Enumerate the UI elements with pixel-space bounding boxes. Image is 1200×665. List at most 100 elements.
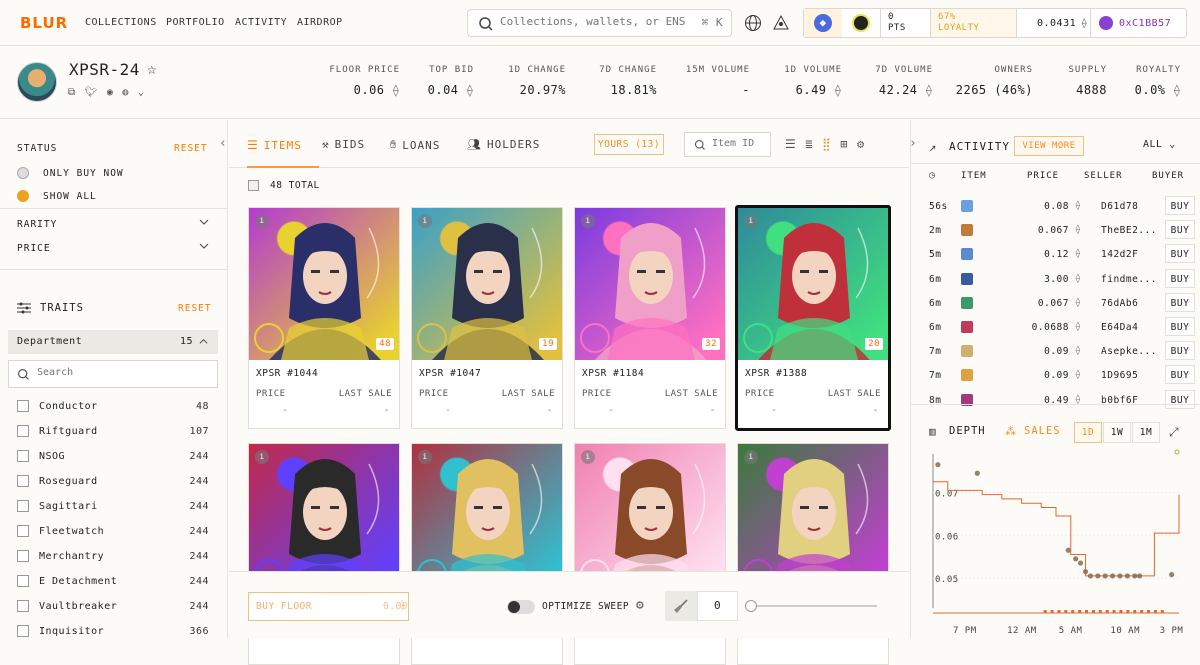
activity-seller[interactable]: TheBE2... — [1101, 225, 1157, 236]
broom-icon[interactable] — [665, 591, 697, 621]
activity-buy-button[interactable]: BUY — [1165, 341, 1195, 361]
nft-image[interactable]: i 32 — [575, 208, 725, 360]
activity-buy-button[interactable]: BUY — [1165, 292, 1195, 312]
only-buy-now-label[interactable]: ONLY BUY NOW — [43, 168, 124, 179]
blur-logo[interactable]: BLUR — [20, 14, 68, 32]
item-thumbnail[interactable] — [961, 345, 973, 358]
loyalty-display[interactable]: 67% LOYALTY — [931, 8, 1017, 38]
only-buy-now-radio[interactable] — [17, 167, 29, 179]
globe-icon[interactable] — [740, 10, 766, 36]
range-1d[interactable]: 1D — [1074, 422, 1102, 443]
trait-option[interactable]: Sagittari 244 — [17, 498, 209, 514]
collapse-sidebar-icon[interactable]: ‹ — [219, 136, 227, 151]
trait-option[interactable]: Roseguard 244 — [17, 473, 209, 489]
nft-card[interactable]: i 32 XPSR #1184 PRICE LAST SALE - - — [574, 207, 726, 429]
activity-seller[interactable]: D61d78 — [1101, 201, 1157, 212]
detailed-list-icon[interactable]: ≣ — [805, 137, 813, 151]
chevron-up-icon[interactable] — [198, 336, 209, 347]
trait-option[interactable]: E Detachment 244 — [17, 573, 209, 589]
select-all-checkbox[interactable] — [248, 180, 259, 191]
nft-image[interactable]: i 48 — [249, 208, 399, 360]
trait-checkbox[interactable] — [17, 575, 29, 587]
info-icon[interactable]: i — [255, 450, 269, 464]
range-1w[interactable]: 1W — [1103, 422, 1131, 443]
activity-seller[interactable]: 142d2F — [1101, 249, 1157, 260]
activity-buy-button[interactable]: BUY — [1165, 244, 1195, 264]
expand-icon[interactable]: ⤢ — [1169, 425, 1179, 440]
range-1m[interactable]: 1M — [1132, 422, 1160, 443]
points-display[interactable]: 0 PTS — [881, 8, 931, 38]
ethereum-icon[interactable]: ◆ — [804, 9, 842, 37]
trait-checkbox[interactable] — [17, 625, 29, 637]
activity-seller[interactable]: E64Da4 — [1101, 322, 1157, 333]
item-thumbnail[interactable] — [961, 272, 973, 285]
small-grid-icon[interactable]: ⣿ — [822, 137, 831, 151]
item-id-search[interactable] — [684, 132, 771, 157]
trait-option[interactable]: Vaultbreaker 244 — [17, 598, 209, 614]
trait-checkbox[interactable] — [17, 400, 29, 412]
copy-icon[interactable]: ⧉ — [68, 87, 76, 98]
twitter-icon[interactable]: 🐦︎ — [85, 87, 98, 98]
activity-buy-button[interactable]: BUY — [1165, 268, 1195, 288]
activity-buy-button[interactable]: BUY — [1165, 220, 1195, 240]
nft-image[interactable]: i 19 — [412, 208, 562, 360]
price-filter[interactable]: PRICE — [17, 243, 51, 254]
trait-checkbox[interactable] — [17, 525, 29, 537]
trait-search-input[interactable] — [37, 367, 197, 378]
wallet-button[interactable]: 0xC1BB57 — [1091, 8, 1187, 38]
item-thumbnail[interactable] — [961, 369, 973, 382]
item-thumbnail[interactable] — [961, 200, 973, 212]
item-thumbnail[interactable] — [961, 248, 973, 261]
info-icon[interactable]: i — [581, 450, 595, 464]
department-trait-header[interactable]: Department 15 — [8, 330, 218, 354]
tab-depth[interactable]: DEPTH — [949, 425, 986, 437]
activity-buy-button[interactable]: BUY — [1165, 317, 1195, 336]
trait-option[interactable]: Inquisitor 366 — [17, 623, 209, 639]
view-more-button[interactable]: VIEW MORE — [1014, 136, 1084, 156]
website-icon[interactable]: ◍ — [122, 87, 129, 98]
trait-checkbox[interactable] — [17, 500, 29, 512]
trait-search[interactable] — [8, 360, 218, 388]
activity-buy-button[interactable]: BUY — [1165, 196, 1195, 215]
item-thumbnail[interactable] — [961, 296, 973, 309]
tab-sales[interactable]: SALES — [1024, 425, 1061, 437]
optimize-sweep-toggle[interactable] — [507, 600, 535, 614]
tab-holders[interactable]: 👥︎ HOLDERS — [467, 138, 540, 151]
nav-airdrop[interactable]: AIRDROP — [297, 17, 343, 28]
tab-loans[interactable]: ✋︎ LOANS — [390, 138, 440, 152]
show-all-label[interactable]: SHOW ALL — [43, 191, 97, 202]
blast-icon[interactable] — [842, 9, 880, 37]
nft-card[interactable]: i 19 XPSR #1047 PRICE LAST SALE - - — [411, 207, 563, 429]
trait-option[interactable]: Riftguard 107 — [17, 423, 209, 439]
trait-option[interactable]: Fleetwatch 244 — [17, 523, 209, 539]
list-view-icon[interactable]: ☰ — [785, 137, 796, 151]
activity-seller[interactable]: findme... — [1101, 274, 1157, 285]
sweep-count[interactable]: 0 — [697, 591, 738, 621]
trait-option[interactable]: Merchantry 244 — [17, 548, 209, 564]
show-all-radio[interactable] — [17, 190, 29, 202]
info-icon[interactable]: i — [744, 214, 758, 228]
rarity-filter[interactable]: RARITY — [17, 219, 57, 230]
gear-icon[interactable]: ⚙ — [636, 598, 644, 613]
status-reset-button[interactable]: RESET — [174, 143, 208, 154]
global-search[interactable]: ⌘ K — [467, 9, 732, 37]
nav-collections[interactable]: COLLECTIONS — [85, 17, 157, 28]
buy-floor-button[interactable]: BUY FLOOR 0.00 ⟠ — [248, 592, 409, 621]
sales-chart[interactable]: 0.07 0.06 0.05 7 PM 12 AM 5 AM 10 AM 3 PM — [911, 448, 1200, 638]
trait-option[interactable]: Conductor 48 — [17, 398, 209, 414]
nav-portfolio[interactable]: PORTFOLIO — [166, 17, 225, 28]
nav-activity[interactable]: ACTIVITY — [235, 17, 287, 28]
tab-items[interactable]: ☰ ITEMS — [247, 138, 302, 152]
trait-checkbox[interactable] — [17, 600, 29, 612]
balance-display[interactable]: 0.0431 ⟠ — [1017, 8, 1091, 38]
info-icon[interactable]: i — [418, 214, 432, 228]
traits-reset-button[interactable]: RESET — [178, 303, 212, 314]
chevron-down-icon[interactable]: ⌄ — [138, 87, 145, 98]
gear-icon[interactable]: ⚙ — [857, 137, 865, 151]
nft-image[interactable]: i 20 — [738, 208, 888, 360]
discord-icon[interactable]: ◉ — [107, 87, 114, 98]
info-icon[interactable]: i — [255, 214, 269, 228]
trait-checkbox[interactable] — [17, 450, 29, 462]
item-thumbnail[interactable] — [961, 321, 973, 333]
large-grid-icon[interactable]: ⊞ — [840, 137, 848, 151]
